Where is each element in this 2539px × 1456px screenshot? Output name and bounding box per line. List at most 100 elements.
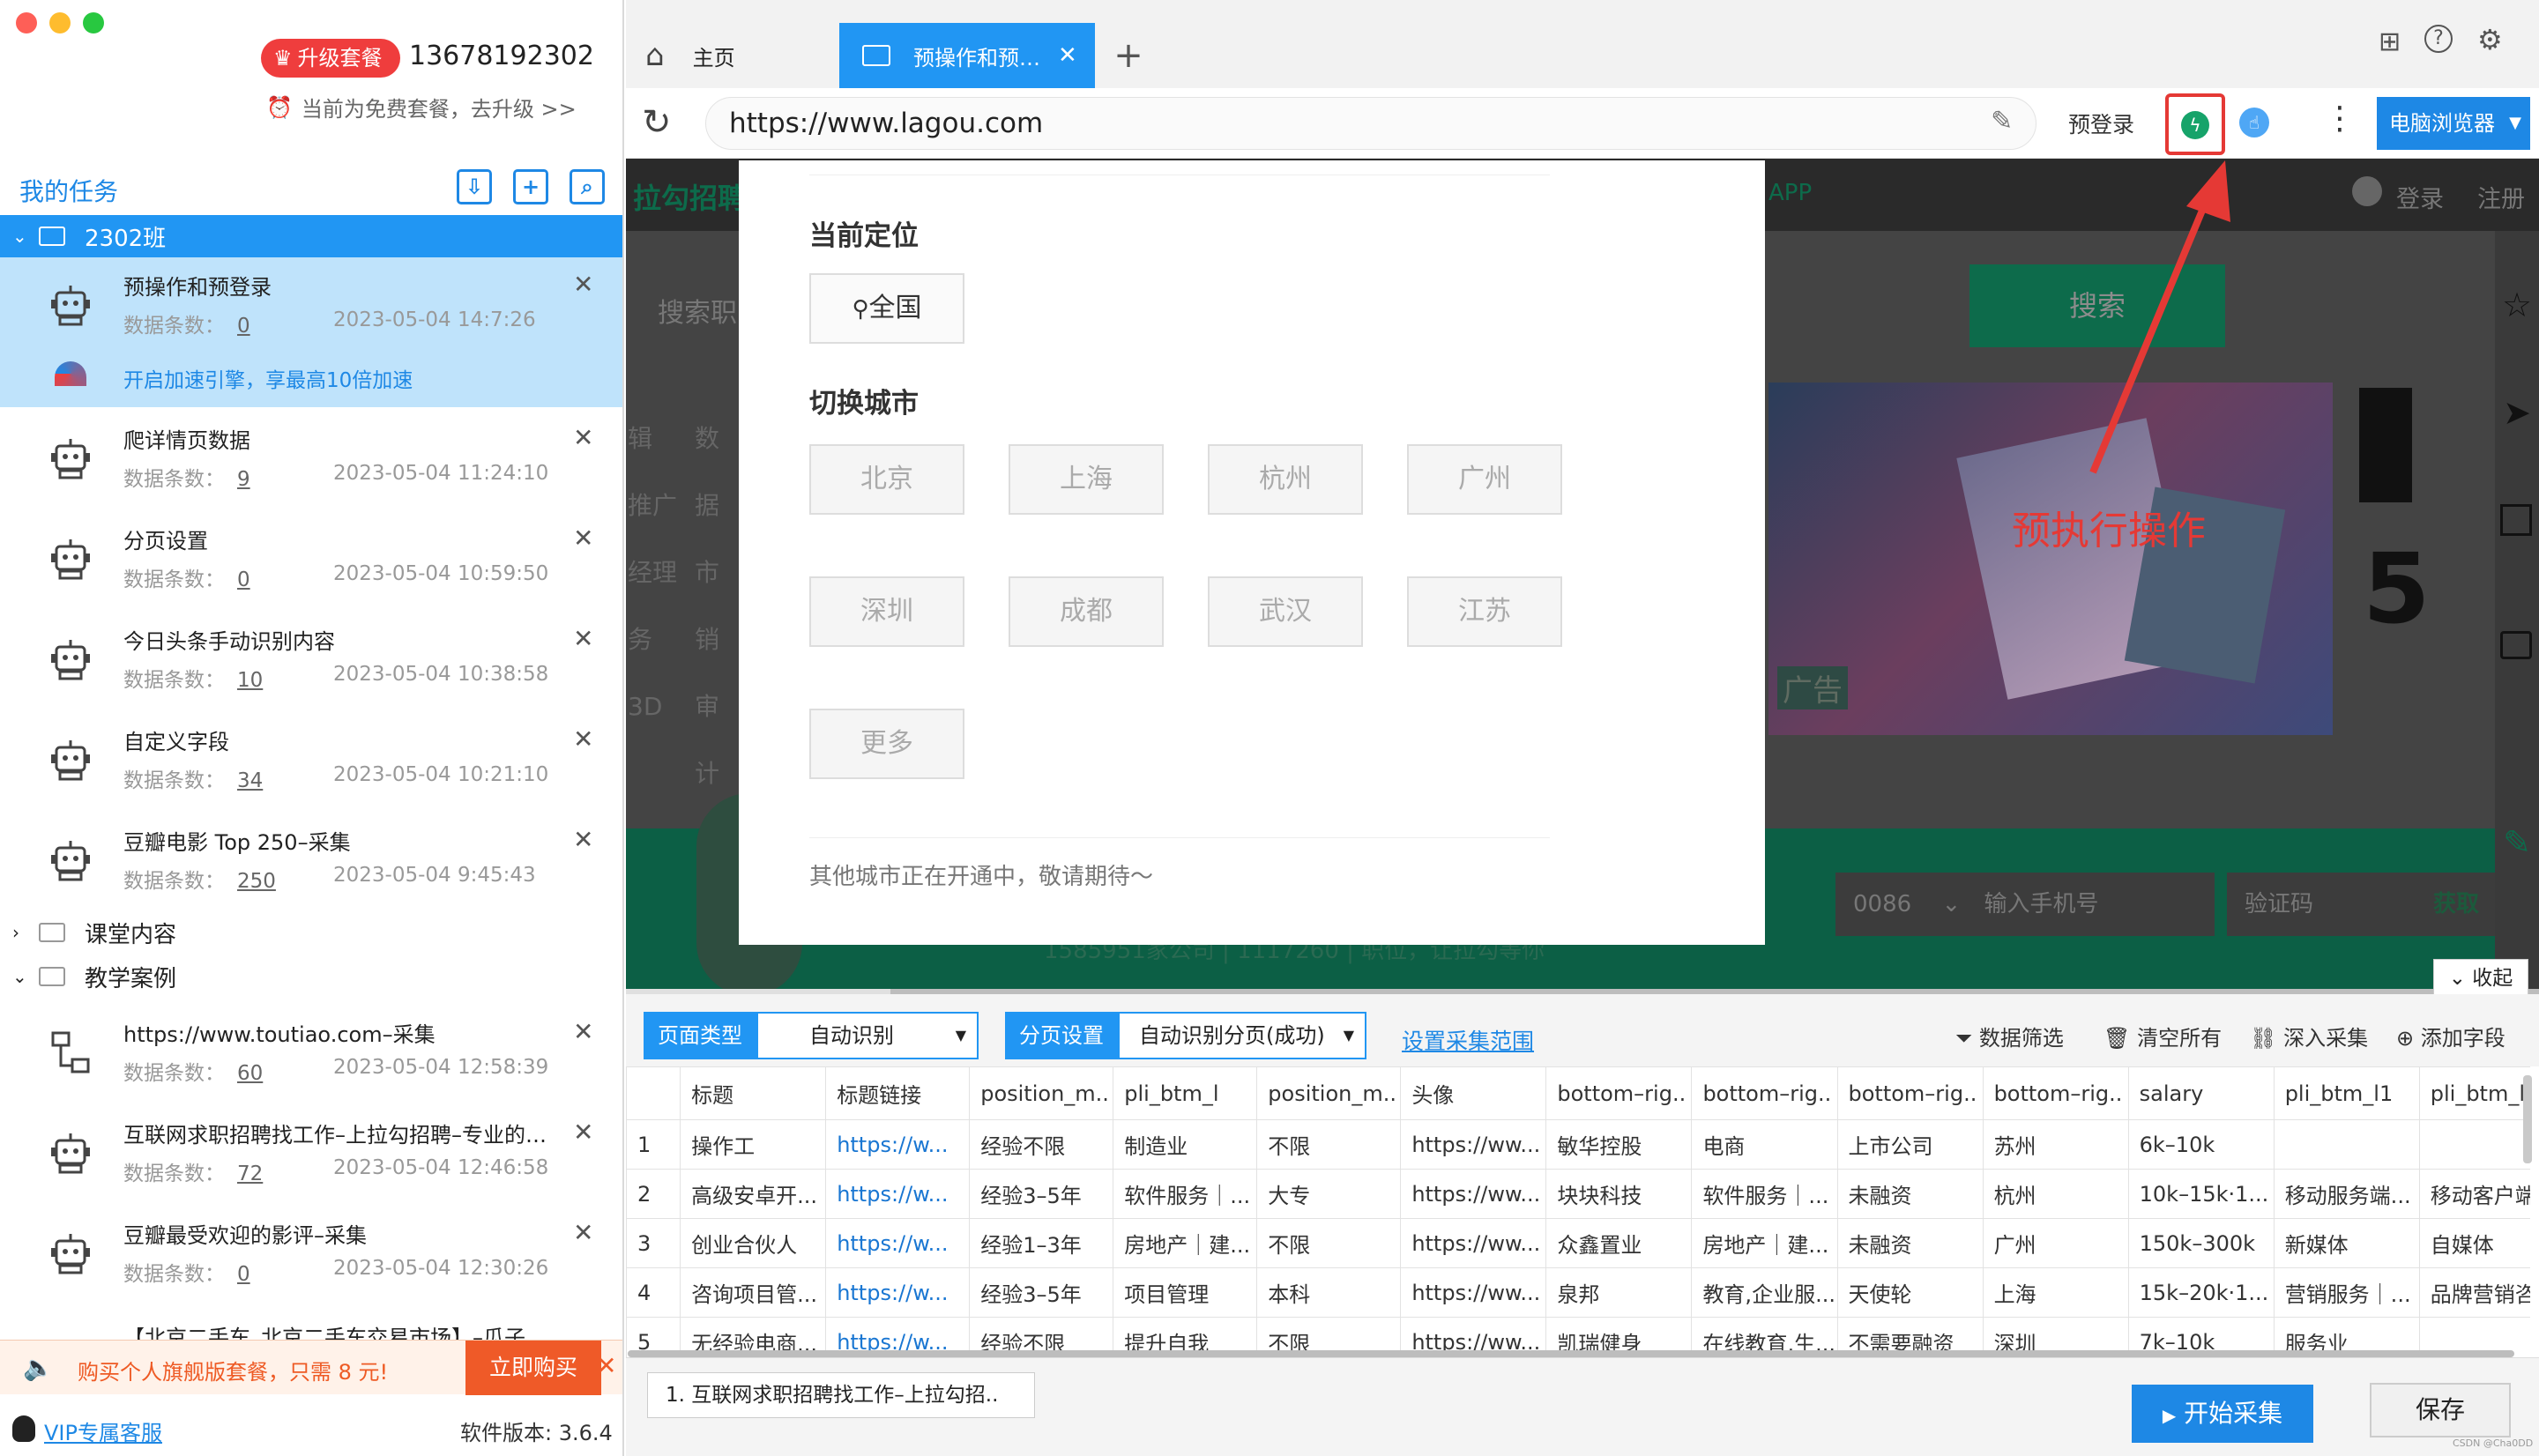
site-app-link[interactable]: APP (1768, 180, 1812, 206)
task-item[interactable]: 爬详情页数据 数据条数： 9 2023-05-04 11:24:10 ✕ (0, 411, 622, 511)
table-row[interactable]: 3 创业合伙人 https://w... 经验1–3年 房地产｜建... 不限 https:… (626, 1218, 2530, 1268)
task-count-link[interactable]: 0 (237, 568, 250, 591)
table-vscroll[interactable] (2523, 1075, 2532, 1163)
task-item-partial[interactable]: 【北京二手车_北京二手车交易市场】–瓜子 (0, 1306, 622, 1340)
search-task-icon[interactable]: ⌕ (570, 169, 605, 204)
ad-banner[interactable]: 广告 (1768, 383, 2333, 735)
filter-button[interactable]: ⏷ 数据筛选 (1955, 1021, 2064, 1051)
city-beijing[interactable]: 北京 (809, 444, 964, 515)
column-header[interactable]: bottom–rig.. (1691, 1066, 1838, 1120)
table-cell-link[interactable]: https://w... (825, 1119, 971, 1170)
task-count-link[interactable]: 9 (237, 468, 250, 491)
close-icon[interactable]: ✕ (573, 724, 593, 754)
city-jiangsu[interactable]: 江苏 (1407, 576, 1562, 647)
site-register-link[interactable]: 注册 (2477, 180, 2525, 214)
page-type-select[interactable]: 自动识别 ▼ (756, 1012, 979, 1059)
city-national[interactable]: ⚲全国 (809, 273, 964, 344)
city-guangzhou[interactable]: 广州 (1407, 444, 1562, 515)
task-item[interactable]: 自定义字段 数据条数： 34 2023-05-04 10:21:10 ✕ (0, 712, 622, 813)
pre-operation-button[interactable]: ϟ (2165, 93, 2225, 155)
city-wuhan[interactable]: 武汉 (1208, 576, 1363, 647)
save-button[interactable]: 保存 (2370, 1383, 2511, 1437)
table-cell-link[interactable]: https://w... (825, 1218, 971, 1268)
prelogin-button[interactable]: 预登录 (2068, 108, 2134, 139)
close-icon[interactable]: ✕ (573, 524, 593, 553)
column-header[interactable] (626, 1066, 681, 1120)
column-header[interactable]: bottom–rig.. (1545, 1066, 1693, 1120)
table-row[interactable]: 1 操作工 https://w... 经验不限 制造业 不限 https://ww... 敏华… (626, 1119, 2530, 1170)
column-header[interactable]: bottom–rig.. (1836, 1066, 1984, 1120)
column-header[interactable]: pli_btm_l (1113, 1066, 1258, 1120)
column-header[interactable]: 标题 (680, 1066, 827, 1120)
site-get-code-button[interactable]: 获取 (2433, 873, 2479, 936)
boost-link[interactable]: 开启加速引擎，享最高10倍加速 (123, 363, 413, 393)
import-task-icon[interactable]: ⇩ (457, 169, 492, 204)
minimize-window-button[interactable] (49, 12, 71, 33)
pencil-icon[interactable]: ✎ (2495, 823, 2539, 862)
maximize-window-button[interactable] (83, 12, 104, 33)
new-task-icon[interactable]: + (513, 169, 548, 204)
table-cell-link[interactable]: https://w... (825, 1267, 971, 1318)
close-icon[interactable]: ✕ (573, 624, 593, 653)
close-icon[interactable]: ✕ (573, 1017, 593, 1046)
task-item[interactable]: https://www.toutiao.com–采集 数据条数： 60 2023-… (0, 1005, 622, 1105)
city-hangzhou[interactable]: 杭州 (1208, 444, 1363, 515)
send-icon[interactable]: ➤ (2495, 393, 2539, 432)
task-count-link[interactable]: 0 (237, 1263, 250, 1286)
new-tab-button[interactable]: + (1102, 23, 1155, 88)
close-icon[interactable]: ✕ (573, 1118, 593, 1147)
page-tab[interactable]: 1. 互联网求职招聘找工作–上拉勾招.. (647, 1372, 1035, 1418)
column-header[interactable]: position_m.. (1256, 1066, 1402, 1120)
folder-teaching-cases[interactable]: ⌄ 教学案例 (0, 955, 622, 998)
close-window-button[interactable] (16, 12, 37, 33)
hand-icon[interactable]: ☝ (2239, 108, 2269, 137)
table-row[interactable]: 4 咨询项目管... https://w... 经验3–5年 项目管理 本科 https:/… (626, 1267, 2530, 1318)
tab-home[interactable]: ⌂ 主页 (626, 23, 838, 88)
paging-select[interactable]: 自动识别分页(成功) ▼ (1118, 1012, 1366, 1059)
task-count-link[interactable]: 0 (237, 315, 250, 338)
column-header[interactable]: pli_btm_l1 (2273, 1066, 2420, 1120)
task-item[interactable]: 豆瓣最受欢迎的影评–采集 数据条数： 0 2023-05-04 12:30:26 … (0, 1206, 622, 1306)
browser-mode-select[interactable]: 电脑浏览器 ▼ (2377, 97, 2530, 150)
task-count-link[interactable]: 72 (237, 1163, 263, 1185)
column-header[interactable]: 标题链接 (825, 1066, 971, 1120)
column-header[interactable]: salary (2127, 1066, 2275, 1120)
site-phone-input[interactable]: 0086 ⌄ 输入手机号 (1835, 873, 2215, 936)
city-chengdu[interactable]: 成都 (1009, 576, 1164, 647)
close-tab-icon[interactable]: ✕ (1058, 42, 1077, 69)
free-plan-link[interactable]: ⏰ 当前为免费套餐，去升级 >> (266, 92, 577, 123)
column-header[interactable]: pli_btm_l2 (2418, 1066, 2530, 1120)
close-icon[interactable]: ✕ (596, 1351, 616, 1380)
city-shanghai[interactable]: 上海 (1009, 444, 1164, 515)
refresh-icon[interactable]: ↻ (642, 102, 672, 143)
close-icon[interactable]: ✕ (573, 825, 593, 854)
task-item[interactable]: 互联网求职招聘找工作–上拉勾招聘–专业的… 数据条数： 72 2023-05-04… (0, 1105, 622, 1206)
gift-icon[interactable]: ⊞ (2379, 26, 2401, 57)
task-item-selected[interactable]: 预操作和预登录 数据条数： 0 2023-05-04 14:7:26 ✕ 开启加速… (0, 257, 622, 407)
close-icon[interactable]: ✕ (573, 1218, 593, 1247)
close-icon[interactable]: ✕ (573, 423, 593, 452)
task-count-link[interactable]: 34 (237, 769, 263, 792)
folder-class-content[interactable]: › 课堂内容 (0, 911, 622, 954)
table-cell-link[interactable]: https://w... (825, 1169, 971, 1219)
task-item[interactable]: 分页设置 数据条数： 0 2023-05-04 10:59:50 ✕ (0, 511, 622, 612)
star-icon[interactable]: ☆ (2495, 286, 2539, 324)
tab-active[interactable]: 预操作和预… ✕ (839, 23, 1095, 88)
table-hscroll[interactable] (628, 1350, 2514, 1357)
more-menu-icon[interactable]: ⋮ (2324, 100, 2356, 137)
vip-service-link[interactable]: VIP专属客服 (44, 1415, 162, 1446)
city-shenzhen[interactable]: 深圳 (809, 576, 964, 647)
gear-icon[interactable]: ⚙ (2477, 23, 2503, 56)
column-header[interactable]: 头像 (1400, 1066, 1547, 1120)
task-item[interactable]: 今日头条手动识别内容 数据条数： 10 2023-05-04 10:38:58 ✕ (0, 612, 622, 712)
upgrade-button[interactable]: ♛ 升级套餐 (261, 39, 400, 78)
set-range-link[interactable]: 设置采集范围 (1402, 1024, 1534, 1056)
column-header[interactable]: position_m.. (969, 1066, 1114, 1120)
site-code-input[interactable]: 验证码 获取 (2227, 873, 2500, 936)
task-count-link[interactable]: 60 (237, 1062, 263, 1085)
task-item[interactable]: 豆瓣电影 Top 250–采集 数据条数： 250 2023-05-04 9:45… (0, 813, 622, 913)
deep-collect-button[interactable]: ⛓ 深入采集 (2250, 1021, 2368, 1051)
task-count-link[interactable]: 10 (237, 669, 263, 692)
url-input[interactable]: https://www.lagou.com (705, 97, 2036, 150)
add-field-button[interactable]: ⊕ 添加字段 (2396, 1021, 2505, 1051)
